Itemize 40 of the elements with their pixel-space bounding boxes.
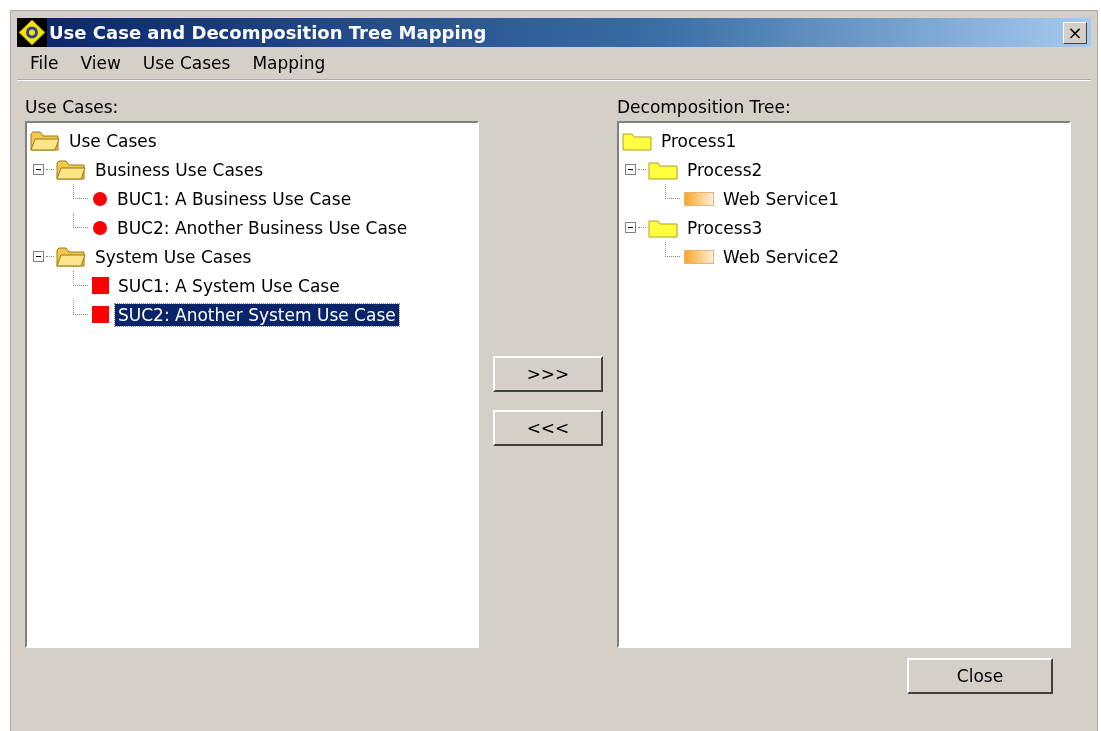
- tree-item[interactable]: Business Use Cases: [92, 158, 266, 181]
- tree-item[interactable]: BUC1: A Business Use Case: [114, 187, 355, 210]
- folder-icon: [56, 158, 86, 181]
- logo-icon: [17, 18, 47, 47]
- service-icon: [684, 191, 714, 206]
- tree-item[interactable]: Process3: [684, 216, 766, 239]
- close-dialog-button[interactable]: Close: [907, 658, 1053, 694]
- folder-icon: [622, 130, 652, 151]
- move-button[interactable]: <<<: [493, 410, 603, 446]
- tree-item[interactable]: System Use Cases: [92, 245, 255, 268]
- tree-item[interactable]: Web Service2: [720, 245, 843, 268]
- move-button[interactable]: >>>: [493, 356, 603, 392]
- square-icon: [92, 306, 109, 323]
- panel-label: Use Cases:: [25, 97, 120, 117]
- square-icon: [92, 277, 109, 294]
- menu-item[interactable]: View: [69, 51, 132, 75]
- collapse-icon[interactable]: [33, 251, 44, 262]
- folder-icon: [56, 245, 86, 268]
- collapse-icon[interactable]: [625, 222, 636, 233]
- menu-item[interactable]: Use Cases: [131, 51, 242, 75]
- folder-icon: [648, 159, 678, 180]
- circle-icon: [92, 219, 108, 236]
- service-icon: [684, 249, 714, 264]
- tree-item[interactable]: Web Service1: [720, 187, 843, 210]
- circle-icon: [92, 190, 108, 207]
- tree-item[interactable]: Process1: [658, 129, 740, 152]
- panel-label: Decomposition Tree:: [617, 97, 792, 117]
- tree-item[interactable]: SUC1: A System Use Case: [115, 274, 343, 297]
- tree-item[interactable]: Use Cases: [66, 129, 160, 152]
- collapse-icon[interactable]: [625, 164, 636, 175]
- tree-item[interactable]: SUC2: Another System Use Case: [115, 303, 399, 326]
- collapse-icon[interactable]: [33, 164, 44, 175]
- window-title: Use Case and Decomposition Tree Mapping: [49, 22, 488, 43]
- tree-item[interactable]: BUC2: Another Business Use Case: [114, 216, 411, 239]
- menu-item[interactable]: File: [19, 51, 70, 75]
- folder-icon: [30, 129, 60, 152]
- menu-item[interactable]: Mapping: [241, 51, 337, 75]
- close-button[interactable]: ×: [1063, 21, 1087, 44]
- tree-item[interactable]: Process2: [684, 158, 766, 181]
- folder-icon: [648, 217, 678, 238]
